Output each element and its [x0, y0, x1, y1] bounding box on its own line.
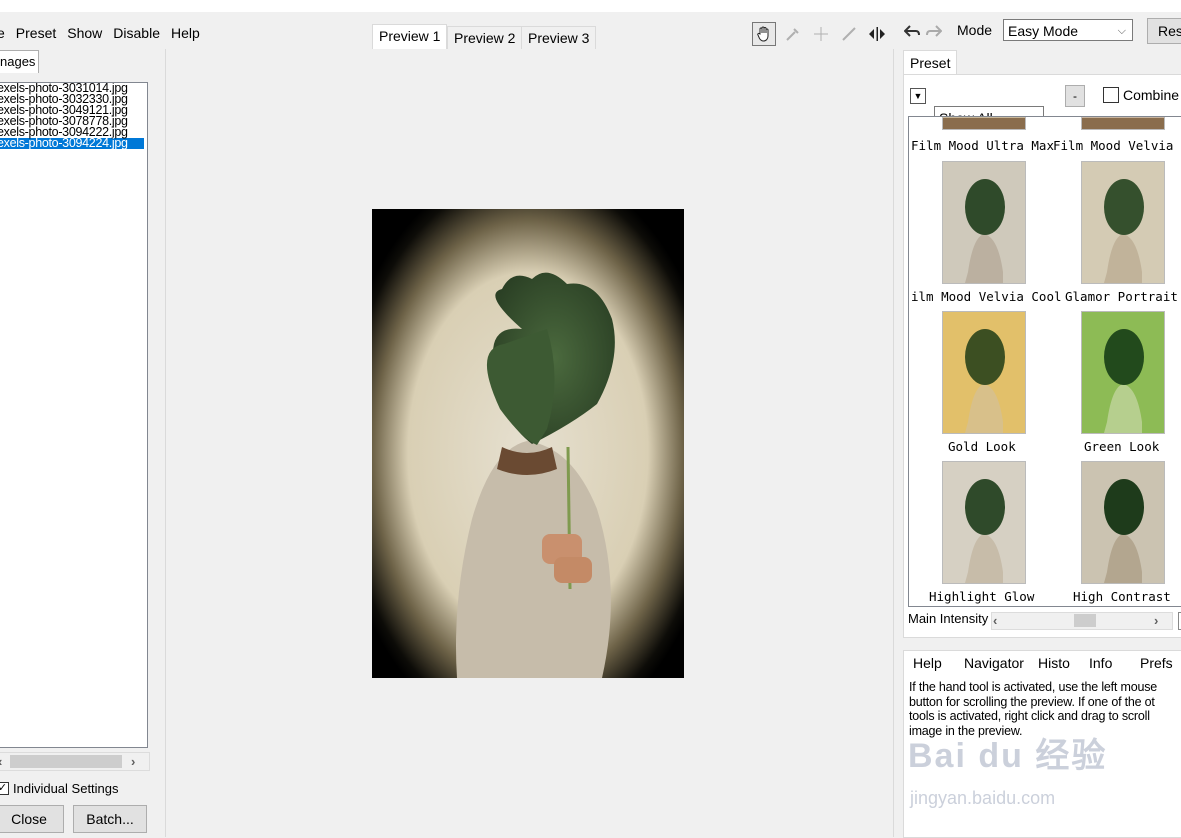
mode-label: Mode: [957, 22, 993, 38]
preset-label[interactable]: Film Mood Velvia: [1053, 138, 1173, 153]
brush-icon[interactable]: [838, 23, 860, 45]
split-view-icon[interactable]: [866, 23, 888, 45]
scroll-left-icon[interactable]: ‹: [993, 612, 997, 629]
tab-images[interactable]: nages: [0, 50, 39, 73]
individual-settings-checkbox[interactable]: ✓ Individual Settings: [0, 781, 119, 796]
preset-menu-icon[interactable]: ▼: [910, 88, 926, 104]
preset-thumb[interactable]: [1081, 461, 1165, 584]
file-list-scrollbar[interactable]: ‹ ›: [0, 752, 150, 771]
preset-thumb[interactable]: [1081, 161, 1165, 284]
tab-navigator[interactable]: Navigator: [956, 652, 1032, 674]
minus-button[interactable]: -: [1065, 85, 1085, 107]
tab-preview-2[interactable]: Preview 2: [447, 26, 523, 49]
tab-help[interactable]: Help: [905, 652, 950, 674]
crosshair-icon[interactable]: [810, 23, 832, 45]
menu-preset[interactable]: Preset: [16, 25, 56, 41]
menu-disable[interactable]: Disable: [113, 25, 160, 41]
preset-thumb[interactable]: [1081, 117, 1165, 130]
chevron-down-icon: ⌵: [1117, 25, 1126, 37]
menu-file[interactable]: e: [0, 25, 5, 41]
tab-histo[interactable]: Histo: [1030, 652, 1078, 674]
preset-thumb[interactable]: [1081, 311, 1165, 434]
checkbox-checked-icon[interactable]: ✓: [0, 782, 9, 795]
watermark-url: jingyan.baidu.com: [910, 788, 1056, 808]
slider-thumb[interactable]: [1074, 614, 1096, 627]
scroll-left-icon[interactable]: ‹: [0, 753, 2, 770]
preset-label[interactable]: Film Mood Ultra Max: [911, 138, 1054, 153]
main-intensity-slider[interactable]: ‹ ›: [991, 612, 1173, 630]
main-intensity-label: Main Intensity: [908, 611, 989, 626]
mode-select[interactable]: Easy Mode ⌵: [1003, 19, 1133, 41]
scroll-thumb[interactable]: [10, 755, 122, 768]
menu-show[interactable]: Show: [67, 25, 102, 41]
hand-tool-icon[interactable]: [752, 22, 776, 46]
combine-checkbox[interactable]: Combine: [1103, 87, 1179, 103]
scroll-right-icon[interactable]: ›: [1154, 612, 1158, 629]
preset-label[interactable]: Gold Look: [948, 439, 1016, 454]
preset-label[interactable]: ilm Mood Velvia Cool: [911, 289, 1062, 304]
preset-grid[interactable]: Film Mood Ultra Max Film Mood Velvia ilm…: [908, 116, 1181, 607]
tab-prefs[interactable]: Prefs: [1132, 652, 1181, 674]
individual-settings-label: Individual Settings: [13, 781, 119, 796]
tab-info[interactable]: Info: [1081, 652, 1120, 674]
tab-preview-3[interactable]: Preview 3: [521, 26, 597, 49]
menu-help[interactable]: Help: [171, 25, 200, 41]
tab-preset[interactable]: Preset: [903, 50, 957, 74]
menu-bar: e Preset Show Disable Help: [0, 22, 211, 44]
scroll-right-icon[interactable]: ›: [131, 753, 135, 770]
preset-thumb[interactable]: [942, 117, 1026, 130]
preset-label[interactable]: Glamor Portrait: [1065, 289, 1178, 304]
tool-icons: [752, 22, 888, 46]
checkbox-icon[interactable]: [1103, 87, 1119, 103]
preset-label[interactable]: Green Look: [1084, 439, 1159, 454]
redo-icon[interactable]: [926, 24, 943, 41]
preset-label[interactable]: High Contrast: [1073, 589, 1171, 604]
preset-thumb[interactable]: [942, 161, 1026, 284]
close-button[interactable]: Close: [0, 805, 64, 833]
preset-label[interactable]: Highlight Glow: [929, 589, 1034, 604]
preview-image[interactable]: [372, 209, 684, 678]
image-file-list[interactable]: exels-photo-3031014.jpg exels-photo-3032…: [0, 82, 148, 748]
combine-label: Combine: [1123, 87, 1180, 103]
help-line: tools is activated, right click and drag…: [909, 709, 1150, 723]
preset-thumb[interactable]: [942, 461, 1026, 584]
top-strip: [0, 0, 1181, 12]
help-line: button for scrolling the preview. If one…: [909, 694, 1155, 709]
preset-thumb[interactable]: [942, 311, 1026, 434]
watermark-logo: Bai du 经验: [908, 737, 1108, 775]
reset-button[interactable]: Res: [1147, 18, 1181, 44]
undo-icon[interactable]: [903, 24, 920, 41]
tab-preview-1[interactable]: Preview 1: [372, 24, 448, 49]
batch-button[interactable]: Batch...: [73, 805, 147, 833]
list-item-selected[interactable]: exels-photo-3094224.jpg: [0, 137, 144, 149]
mode-select-value: Easy Mode: [1008, 23, 1079, 39]
eyedropper-icon[interactable]: [782, 23, 804, 45]
help-line: If the hand tool is activated, use the l…: [909, 680, 1157, 694]
